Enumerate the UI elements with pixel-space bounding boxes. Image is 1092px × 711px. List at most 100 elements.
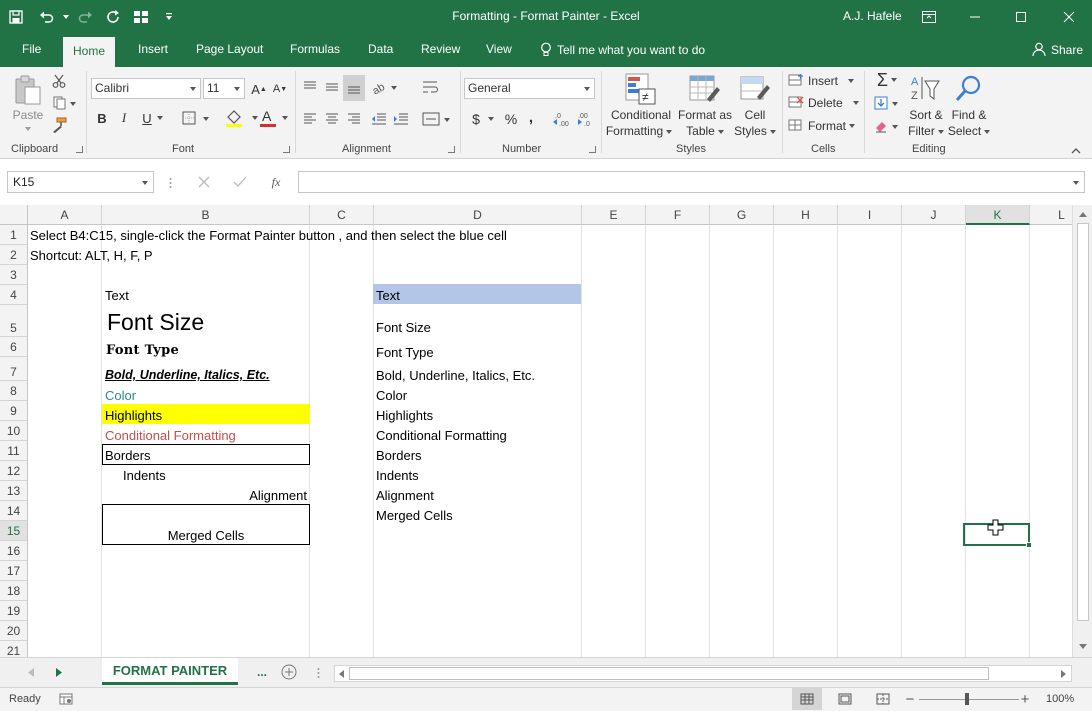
cell-b11[interactable]: Borders (105, 448, 151, 463)
zoom-level[interactable]: 100% (1046, 693, 1074, 705)
decrease-font-size-icon[interactable]: A ▼ (271, 79, 289, 99)
cell-b10[interactable]: Conditional Formatting (105, 428, 236, 443)
column-header-g[interactable]: G (710, 205, 774, 225)
find-select-label-2[interactable]: Select (946, 123, 992, 139)
percent-button[interactable]: % (501, 109, 521, 129)
increase-indent-icon[interactable] (391, 109, 411, 129)
decrease-indent-icon[interactable] (369, 109, 389, 129)
column-header-e[interactable]: E (582, 205, 646, 225)
delete-cells-button[interactable]: Delete (788, 94, 860, 112)
row-header-18[interactable]: 18 (0, 581, 28, 601)
form-icon[interactable] (126, 0, 156, 34)
borders-icon[interactable] (180, 107, 212, 129)
tab-page-layout[interactable]: Page Layout (196, 42, 263, 56)
undo-icon[interactable] (32, 0, 60, 34)
cell-d14[interactable]: Merged Cells (376, 508, 453, 523)
cell-d4[interactable]: Text (376, 288, 400, 303)
tab-file[interactable]: File (22, 42, 41, 56)
decrease-decimal-icon[interactable]: .00.0 (574, 109, 596, 129)
top-align-icon[interactable] (300, 77, 320, 97)
conditional-formatting-label-2[interactable]: Formatting (603, 123, 675, 139)
next-sheet-icon[interactable] (52, 664, 66, 680)
align-right-icon[interactable] (344, 109, 364, 129)
horizontal-scroll-thumb[interactable] (349, 667, 989, 680)
underline-button[interactable]: U (139, 107, 155, 129)
format-painter-icon[interactable] (50, 116, 68, 134)
copy-icon[interactable] (50, 94, 80, 112)
alignment-dialog-launcher-icon[interactable] (448, 146, 455, 153)
tab-view[interactable]: View (486, 42, 512, 56)
tab-data[interactable]: Data (368, 42, 393, 56)
sheet-tab-format-painter[interactable]: FORMAT PAINTER (102, 658, 238, 685)
currency-button[interactable]: $ (468, 109, 498, 129)
format-as-table-label-1[interactable]: Format as (670, 107, 740, 123)
column-header-f[interactable]: F (646, 205, 710, 225)
cell-b4[interactable]: Text (105, 288, 129, 303)
close-icon[interactable] (1046, 0, 1092, 34)
cell-b13[interactable]: Alignment (102, 488, 307, 503)
tab-review[interactable]: Review (421, 42, 460, 56)
cell-styles-label-2[interactable]: Styles (732, 123, 778, 139)
row-header-16[interactable]: 16 (0, 541, 28, 561)
cell-b5[interactable]: Font Size (107, 309, 204, 336)
cell-b14[interactable]: Merged Cells (102, 528, 310, 543)
scroll-down-icon[interactable] (1077, 641, 1089, 651)
sort-filter-label-1[interactable]: Sort & (904, 107, 948, 123)
new-sheet-icon[interactable] (280, 663, 298, 681)
row-header-13[interactable]: 13 (0, 481, 28, 501)
cell-b8[interactable]: Color (105, 388, 136, 403)
column-header-h[interactable]: H (774, 205, 838, 225)
tell-me-search[interactable]: Tell me what you want to do (540, 42, 705, 57)
sort-filter-icon[interactable]: AZ (909, 72, 943, 106)
d4-blue-fill[interactable] (373, 284, 581, 304)
bottom-align-icon[interactable] (343, 75, 365, 101)
row-header-15[interactable]: 15 (0, 521, 28, 541)
horizontal-scrollbar[interactable] (334, 665, 1072, 682)
column-header-b[interactable]: B (102, 205, 310, 225)
confirm-entry-icon[interactable] (228, 172, 252, 192)
tab-home[interactable]: Home (63, 37, 116, 67)
conditional-formatting-label-1[interactable]: Conditional (605, 107, 677, 123)
row-header-1[interactable]: 1 (0, 225, 28, 245)
ribbon-display-options-icon[interactable] (906, 0, 952, 34)
row-header-20[interactable]: 20 (0, 621, 28, 641)
column-header-k[interactable]: K (966, 205, 1030, 225)
scroll-right-icon[interactable] (1059, 669, 1067, 679)
cell-d8[interactable]: Color (376, 388, 407, 403)
row-header-6[interactable]: 6 (0, 337, 28, 357)
cancel-entry-icon[interactable] (192, 172, 216, 192)
row-header-5[interactable]: 5 (0, 305, 28, 337)
undo-dropdown-icon[interactable] (60, 0, 72, 34)
underline-dropdown-icon[interactable] (155, 113, 165, 123)
refresh-icon[interactable] (100, 0, 126, 34)
number-dialog-launcher-icon[interactable] (589, 146, 596, 153)
bold-button[interactable]: B (94, 107, 110, 129)
row-header-7[interactable]: 7 (0, 357, 28, 381)
sort-filter-label-2[interactable]: Filter (904, 123, 948, 139)
macro-recording-icon[interactable] (58, 691, 74, 707)
cell-styles-icon[interactable] (738, 72, 772, 106)
cell-d5[interactable]: Font Size (376, 320, 431, 335)
select-all-corner[interactable] (0, 205, 28, 225)
row-header-8[interactable]: 8 (0, 381, 28, 401)
normal-view-icon[interactable] (792, 688, 822, 710)
page-layout-view-icon[interactable] (830, 688, 860, 710)
row-header-14[interactable]: 14 (0, 501, 28, 521)
autosum-icon[interactable]: Σ (872, 70, 902, 90)
user-name[interactable]: A.J. Hafele (843, 9, 902, 23)
row-header-3[interactable]: 3 (0, 265, 28, 285)
find-select-label-1[interactable]: Find & (946, 107, 992, 123)
vertical-scroll-thumb[interactable] (1077, 223, 1089, 621)
row-header-21[interactable]: 21 (0, 641, 28, 657)
tab-insert[interactable]: Insert (138, 42, 168, 56)
paste-icon[interactable] (10, 73, 46, 107)
increase-font-size-icon[interactable]: A ▲ (250, 79, 268, 99)
row-header-10[interactable]: 10 (0, 421, 28, 441)
cell-b9[interactable]: Highlights (105, 408, 162, 423)
cell-b6[interactable]: Font Type (106, 343, 179, 358)
orientation-icon[interactable]: ab (370, 77, 400, 97)
name-box[interactable]: K15 (7, 171, 154, 193)
formula-input[interactable] (298, 171, 1085, 193)
cell-d6[interactable]: Font Type (376, 345, 434, 360)
insert-cells-button[interactable]: Insert (788, 72, 858, 90)
